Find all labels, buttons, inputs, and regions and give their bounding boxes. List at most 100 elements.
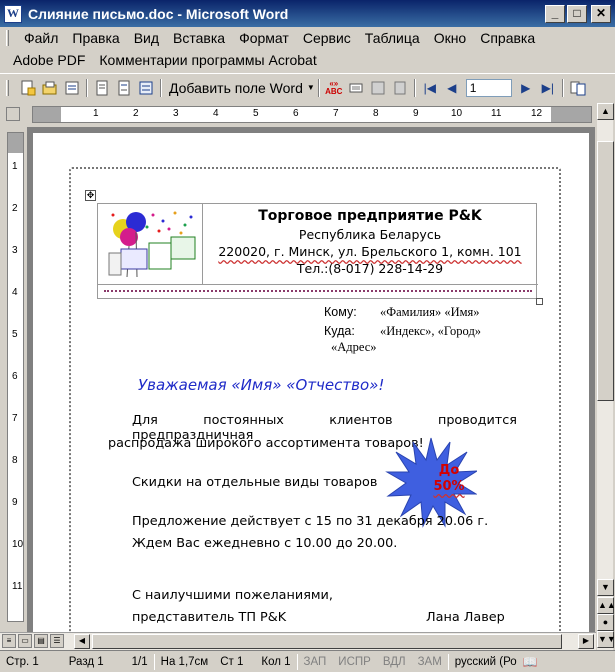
mail-merge-toolbar: Добавить поле Word ▼ «» ABC |◀ ◀ 1 ▶ ▶| — [0, 73, 615, 101]
vertical-scrollbar[interactable]: ▲ ▼ ▲▲ ● ▼▼ — [596, 103, 615, 650]
letterhead-dotted-line — [104, 290, 532, 293]
vertical-ruler-tick-label: 2 — [12, 203, 18, 214]
company-phone: Тел.:(8-017) 228-14-29 — [296, 261, 444, 276]
discount-text: Скидки на отдельные виды товаров — [132, 475, 378, 490]
table-resize-handle[interactable] — [536, 298, 543, 305]
discount-badge-line1: До — [438, 463, 460, 478]
menu-window[interactable]: Окно — [427, 30, 474, 46]
menu-acrobat-comments[interactable]: Комментарии программы Acrobat — [92, 52, 323, 68]
menu-format[interactable]: Формат — [232, 30, 296, 46]
open-data-source-icon[interactable] — [40, 78, 60, 98]
offer-text-line1: Предложение действует с 15 по 31 декабря… — [132, 514, 489, 529]
document-area[interactable]: ✥ Торговое предприятие P&K Республика Бе… — [27, 127, 595, 632]
propagate-labels-icon[interactable] — [390, 78, 410, 98]
balloons-clipart — [101, 207, 199, 280]
print-layout-view-icon[interactable]: ▤ — [34, 634, 48, 648]
next-page-button[interactable]: ▼▼ — [597, 631, 615, 648]
spelling-status-icon[interactable]: 📖 — [523, 655, 538, 669]
scroll-down-button[interactable]: ▼ — [597, 579, 614, 596]
status-track-changes[interactable]: ИСПР — [332, 656, 377, 668]
next-record-icon[interactable]: ▶ — [516, 78, 536, 98]
menu-bar-acrobat: Adobe PDF Комментарии программы Acrobat — [0, 49, 615, 71]
ruler-tick-label: 3 — [173, 108, 179, 119]
vertical-ruler-tick-label: 5 — [12, 329, 18, 340]
toolbar-separator — [160, 78, 162, 97]
menu-tools[interactable]: Сервис — [296, 30, 358, 46]
toolbar-separator — [561, 78, 564, 97]
menu-help[interactable]: Справка — [473, 30, 542, 46]
ruler-tick-label: 7 — [333, 108, 339, 119]
status-line: Ст 1 — [220, 655, 244, 668]
horizontal-ruler[interactable]: 1 2 3 4 5 6 7 8 9 10 11 12 — [32, 106, 592, 123]
document-page[interactable]: ✥ Торговое предприятие P&K Республика Бе… — [33, 133, 589, 632]
previous-page-button[interactable]: ▲▲ — [597, 597, 615, 614]
scroll-up-button[interactable]: ▲ — [597, 103, 614, 120]
table-move-handle-icon[interactable]: ✥ — [85, 190, 96, 201]
minimize-button[interactable]: _ — [545, 4, 565, 23]
where-label: Куда: — [324, 324, 355, 338]
chevron-down-icon[interactable]: ▼ — [307, 83, 315, 92]
ruler-left-margin — [33, 107, 61, 122]
menu-file[interactable]: Файл — [17, 30, 65, 46]
insert-address-block-icon[interactable] — [92, 78, 112, 98]
add-word-field-dropdown[interactable]: Добавить поле Word — [165, 80, 307, 96]
go-to-record-input[interactable]: 1 — [465, 78, 512, 97]
maximize-button[interactable]: □ — [567, 4, 587, 23]
toolbar-grip[interactable] — [6, 79, 9, 96]
menu-view[interactable]: Вид — [127, 30, 166, 46]
menu-edit[interactable]: Правка — [65, 30, 126, 46]
vertical-scroll-thumb[interactable] — [597, 141, 614, 401]
previous-record-icon[interactable]: ◀ — [442, 78, 462, 98]
first-record-icon[interactable]: |◀ — [420, 78, 440, 98]
select-browse-object-button[interactable]: ● — [597, 614, 614, 631]
web-layout-view-icon[interactable]: ▭ — [18, 634, 32, 648]
outline-view-icon[interactable]: ☰ — [50, 634, 64, 648]
ruler-row: 1 2 3 4 5 6 7 8 9 10 11 12 — [0, 103, 615, 125]
status-overtype[interactable]: ЗАМ — [412, 656, 448, 668]
menu-insert[interactable]: Вставка — [166, 30, 232, 46]
company-address: 220020, г. Минск, ул. Брельского 1, комн… — [218, 244, 522, 259]
ruler-tick-label: 2 — [133, 108, 139, 119]
menu-grip[interactable] — [6, 30, 9, 46]
view-merged-data-icon[interactable]: «» ABC — [324, 78, 344, 98]
tab-selector[interactable] — [6, 107, 20, 121]
word-app-icon[interactable]: W — [4, 4, 22, 23]
main-document-setup-icon[interactable] — [18, 78, 38, 98]
horizontal-scroll-thumb[interactable] — [92, 634, 562, 649]
vertical-ruler-tick-label: 4 — [12, 287, 18, 298]
scroll-left-button[interactable]: ◀ — [74, 634, 90, 649]
insert-merge-fields-icon[interactable] — [136, 78, 156, 98]
letterhead-table[interactable]: Торговое предприятие P&K Республика Бела… — [97, 203, 538, 299]
close-button[interactable]: ✕ — [591, 4, 611, 23]
match-fields-icon[interactable] — [368, 78, 388, 98]
scroll-right-button[interactable]: ▶ — [578, 634, 594, 649]
discount-badge-line2: 50% — [433, 479, 465, 494]
insert-greeting-line-icon[interactable] — [114, 78, 134, 98]
merge-to-new-document-icon[interactable] — [568, 78, 588, 98]
toolbar-separator — [317, 78, 320, 97]
normal-view-icon[interactable]: ≡ — [2, 634, 16, 648]
status-pages: 1/1 — [131, 655, 148, 668]
horizontal-scrollbar[interactable]: ◀ ▶ — [74, 634, 594, 649]
status-language[interactable]: русский (Ро — [449, 656, 523, 668]
ruler-tick-label: 4 — [213, 108, 219, 119]
signature-name: Лана Лавер — [426, 610, 505, 625]
last-record-icon[interactable]: ▶| — [538, 78, 558, 98]
recipients-list-icon[interactable] — [62, 78, 82, 98]
status-extend-selection[interactable]: ВДЛ — [377, 656, 412, 668]
menu-adobe-pdf[interactable]: Adobe PDF — [6, 52, 92, 68]
status-bar: Стр. 1 Разд 1 1/1 На 1,7см Ст 1 Кол 1 ЗА… — [0, 650, 615, 672]
vertical-ruler-top-margin — [8, 133, 23, 153]
address-merge-field: «Адрес» — [331, 340, 377, 354]
ruler-tick-label: 10 — [451, 108, 463, 119]
menu-table[interactable]: Таблица — [358, 30, 427, 46]
ruler-tick-label: 5 — [253, 108, 259, 119]
vertical-ruler[interactable]: 1 2 3 4 5 6 7 8 9 10 11 — [7, 132, 24, 622]
vertical-ruler-tick-label: 10 — [12, 539, 24, 550]
company-name: Торговое предприятие P&K — [258, 208, 482, 224]
status-record-macro[interactable]: ЗАП — [298, 656, 333, 668]
highlight-merge-fields-icon[interactable] — [346, 78, 366, 98]
offer-text-line2: Ждем Вас ежедневно с 10.00 до 20.00. — [132, 536, 398, 551]
to-label: Кому: — [324, 305, 357, 319]
ruler-tick-label: 6 — [293, 108, 299, 119]
